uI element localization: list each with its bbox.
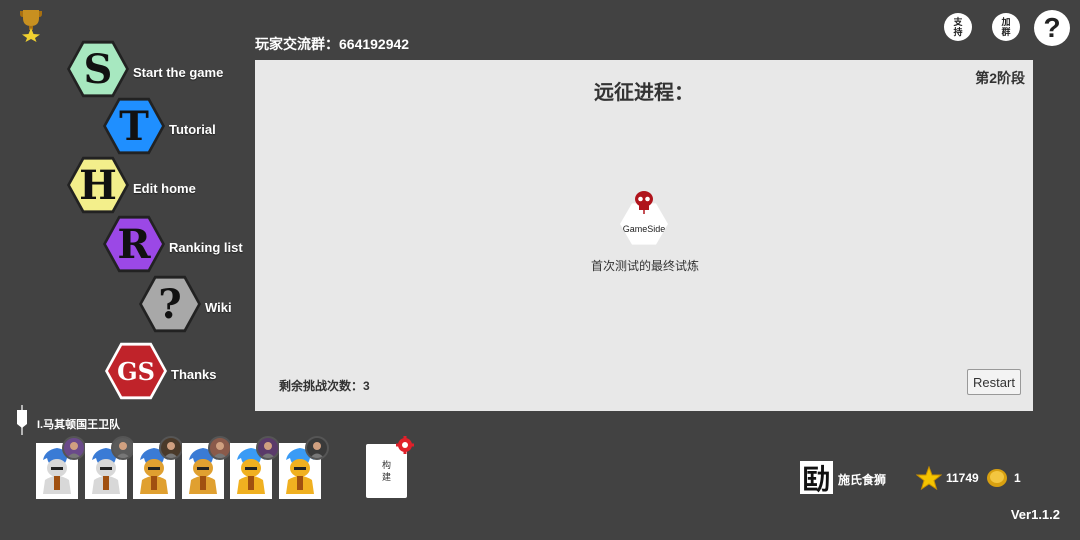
star-count: 11749 [946, 471, 979, 485]
player-group-label: 玩家交流群：664192942 [255, 36, 410, 52]
hero-badge-icon [256, 436, 280, 460]
player-name: 施氏食狮 [838, 473, 887, 487]
menu-ranking-list[interactable]: R Ranking list [103, 214, 243, 274]
menu-start-the-game[interactable]: S Start the game [67, 39, 223, 99]
version-label: Ver1.1.2 [1010, 507, 1060, 522]
menu-wiki[interactable]: ? Wiki [139, 274, 232, 334]
hero-badge-icon [111, 436, 135, 460]
r-hex-icon: R [103, 215, 165, 273]
star-icon [916, 466, 942, 490]
t-hex-icon: T [103, 97, 165, 155]
menu-label: Start the game [133, 64, 224, 80]
hero-badge-icon [208, 436, 232, 460]
skull-icon [635, 191, 653, 214]
menu-label: Thanks [171, 366, 217, 382]
coin-count: 1 [1014, 471, 1021, 485]
restart-button[interactable]: Restart [967, 369, 1021, 395]
menu-label: Ranking list [169, 239, 243, 255]
team-name: I.马其顿国王卫队 [37, 419, 121, 431]
join-group-button[interactable]: 加群 [992, 13, 1020, 41]
menu-tutorial[interactable]: T Tutorial [103, 96, 216, 156]
gear-icon [396, 436, 414, 454]
hero-badge-icon [159, 436, 183, 460]
expedition-node[interactable]: GameSide [620, 190, 668, 246]
player-avatar[interactable]: 劻 [800, 461, 833, 496]
node-label: 首次测试的最终试炼 [590, 259, 699, 273]
build-label: 构 建 [381, 460, 391, 482]
coin-icon [987, 469, 1007, 487]
menu-label: Wiki [205, 299, 232, 315]
h-hex-icon: H [67, 156, 129, 214]
menu-thanks[interactable]: GS Thanks [105, 341, 217, 401]
node-text: GameSide [622, 224, 666, 234]
join-group-label: 加群 [1001, 17, 1011, 37]
hero-badge-icon [62, 436, 86, 460]
remaining-attempts: 剩余挑战次数：3 [279, 379, 370, 393]
question-hex-icon: ? [139, 275, 201, 333]
menu-label: Edit home [133, 180, 196, 196]
panel-title: 远征进程： [594, 82, 694, 104]
support-button[interactable]: 支持 [944, 13, 972, 41]
s-hex-icon: S [67, 40, 129, 98]
menu-label: Tutorial [169, 121, 216, 137]
menu-edit-home[interactable]: H Edit home [67, 155, 196, 215]
gs-hex-icon: GS [105, 342, 167, 400]
hero-badge-icon [305, 436, 329, 460]
help-button[interactable]: ? [1034, 10, 1070, 46]
expedition-panel: 远征进程： 第2阶段 GameSide 首次测试的最终试炼 剩余挑战次数：3 R… [255, 60, 1033, 411]
support-label: 支持 [953, 17, 963, 37]
trophy-icon[interactable] [18, 8, 44, 42]
stage-label: 第2阶段 [975, 70, 1025, 86]
banner-icon [17, 405, 27, 435]
